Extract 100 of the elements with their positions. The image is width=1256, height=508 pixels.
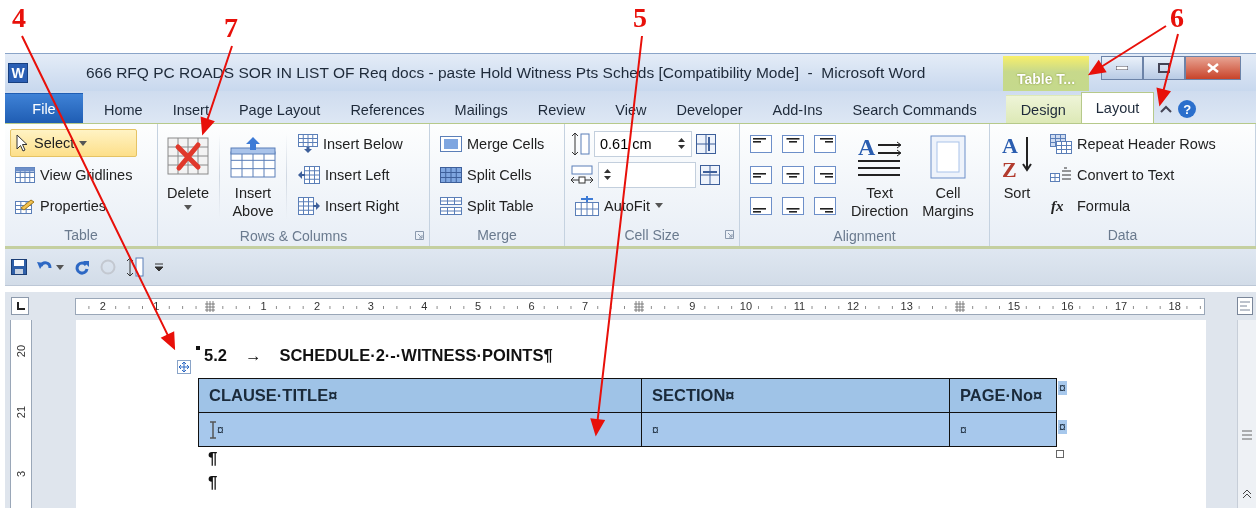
annotation-number: 7 [224,14,238,42]
page-up-icon [1242,490,1252,498]
ruler-number: 9 [687,299,698,313]
spinner-down-icon [604,176,611,180]
ribbon-tab[interactable]: Insert [157,95,224,123]
ribbon-button[interactable]: Insert Below [293,128,408,159]
ribbon-tab[interactable]: Search Commands [837,95,992,123]
ribbon-button[interactable]: A Text Direction [847,128,913,225]
ribbon-button[interactable]: Cell Margins [918,128,978,225]
column-marker-icon [205,300,215,312]
ribbon-tab[interactable]: Design [1005,95,1081,123]
save-button[interactable] [11,259,27,275]
ribbon-tab[interactable]: Add-Ins [757,95,838,123]
ribbon-button[interactable]: Delete [163,128,213,225]
ruler-number: 2 [312,299,323,313]
alignment-button[interactable] [780,132,806,155]
maximize-button[interactable] [1143,56,1185,80]
alignment-button[interactable] [748,194,774,217]
row-height-icon [126,257,144,277]
row-height-field[interactable]: 0.61 cm [594,130,692,157]
ribbon-button[interactable]: Repeat Header Rows [1045,128,1221,159]
row-height-icon [570,131,590,156]
ribbon-tab[interactable]: References [335,95,440,123]
ribbon-button[interactable]: Select [10,129,138,157]
split-cells-icon [440,166,462,183]
insert-column-right-icon [298,196,320,215]
cell-alignment-icon [814,196,836,215]
table-cell: ¤ [641,412,950,447]
alignment-button[interactable] [748,132,774,155]
formula-icon: fx [1050,196,1072,215]
cell-alignment-icon [814,134,836,153]
help-button[interactable]: ? [1178,100,1197,118]
caret-icon [56,264,64,270]
redo-icon [74,259,90,275]
insert-row-above-icon [230,136,276,178]
customize-icon [154,263,164,271]
ribbon-tab[interactable]: Home [89,95,158,123]
alignment-button[interactable] [780,194,806,217]
caret-icon [654,203,663,208]
minimize-button[interactable] [1101,56,1143,80]
ribbon-tab[interactable]: Page Layout [223,95,336,123]
ribbon-button[interactable]: Merge Cells [435,128,550,159]
ruler-number: 13 [898,299,915,313]
ribbon-button[interactable]: fx Formula [1045,190,1221,221]
alignment-button[interactable] [812,163,838,186]
distribute-columns-icon [700,164,720,185]
close-icon [1207,63,1219,73]
customize-toolbar-button[interactable] [154,263,164,271]
vertical-scrollbar[interactable] [1237,320,1256,508]
ribbon-button[interactable]: Insert Above [226,128,280,225]
autofit-icon [575,195,599,216]
alignment-button[interactable] [812,194,838,217]
ribbon-button[interactable]: Convert to Text [1045,159,1221,190]
ribbon-button[interactable]: AZ Sort [995,128,1039,224]
file-tab[interactable]: File [5,93,83,123]
repeat-header-rows-icon [1050,133,1072,154]
group-label: Merge [477,227,517,243]
insert-column-left-icon [298,165,320,184]
alignment-button[interactable] [812,132,838,155]
ribbon-tab[interactable]: Layout [1080,92,1155,123]
ruler-number: 5 [472,299,483,313]
ruler-toggle-icon [1237,297,1253,315]
ribbon-button[interactable]: Insert Left [293,159,408,190]
column-width-field[interactable] [598,161,696,188]
paragraph-mark: ¶ [208,448,218,470]
cell-alignment-icon [782,196,804,215]
ruler-number: 3 [365,299,376,313]
tab-stop-icon [15,301,25,311]
repeat-icon [100,259,116,275]
column-width-icon [570,164,594,185]
text-cursor-icon [209,420,217,439]
ribbon-button[interactable]: Split Table [435,190,550,221]
cell-alignment-icon [814,165,836,184]
ribbon-button[interactable]: Insert Right [293,190,408,221]
ribbon-tab[interactable]: Review [522,95,601,123]
ruler-number: 16 [1059,299,1076,313]
merge-cells-icon [440,135,462,152]
redo-button[interactable] [74,259,90,275]
annotation-number: 4 [12,4,26,32]
row-end-mark: ¤ [1058,420,1067,434]
split-table-icon [440,196,462,215]
table-header-cell: PAGE·No¤ [949,378,1057,413]
format-mark-icon [196,346,200,350]
alignment-button[interactable] [748,163,774,186]
ruler-number: 4 [419,299,430,313]
tab-selector-button[interactable] [11,297,29,315]
collapse-ribbon-icon [1160,105,1173,113]
ribbon-tab[interactable]: Mailings [439,95,523,123]
contextual-tab-header: Table T... [1003,56,1089,91]
dropdown-caret-icon [184,205,192,210]
distribute-rows-icon [696,133,716,154]
alignment-button[interactable] [780,163,806,186]
close-button[interactable] [1185,56,1241,80]
table-resize-handle[interactable] [1056,450,1064,458]
ruler-number: 6 [526,299,537,313]
ribbon-button[interactable]: Split Cells [435,159,550,190]
ruler-number: 18 [1166,299,1183,313]
group-label: Alignment [833,227,896,244]
row-height-button[interactable] [126,257,144,277]
ribbon-tab[interactable]: Developer [661,95,758,123]
